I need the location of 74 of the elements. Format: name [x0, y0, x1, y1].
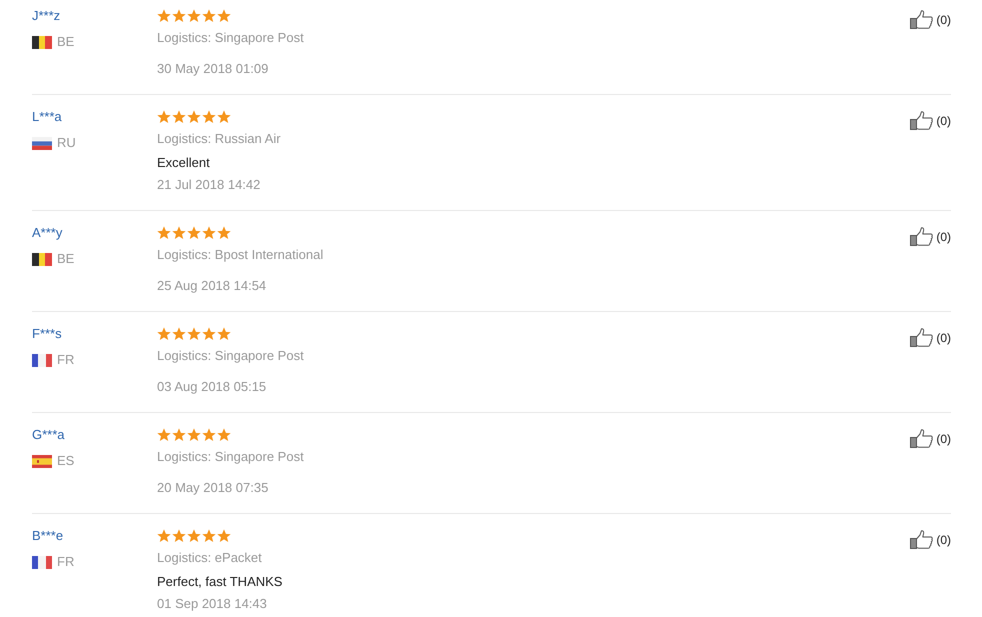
star-icon — [217, 327, 231, 341]
star-icon — [157, 529, 171, 543]
thumbs-up-icon — [910, 328, 934, 347]
star-icon — [157, 428, 171, 442]
flag-icon — [32, 36, 52, 48]
like-button[interactable]: (0) — [910, 227, 951, 246]
star-icon — [157, 110, 171, 124]
logistics-text: Logistics: Singapore Post — [157, 347, 304, 365]
star-icon — [187, 529, 201, 543]
star-icon — [157, 9, 171, 23]
star-icon — [157, 327, 171, 341]
thumbs-up-icon — [910, 530, 934, 549]
star-icon — [202, 428, 216, 442]
reviewer-name[interactable]: B***e — [32, 526, 64, 546]
flag-icon — [32, 454, 52, 468]
star-icon — [202, 9, 216, 23]
reviewer-name[interactable]: G***a — [32, 425, 65, 445]
country-code: BE — [57, 250, 74, 268]
like-button[interactable]: (0) — [910, 111, 951, 130]
country-code: FR — [57, 351, 74, 369]
star-icon — [172, 110, 186, 124]
star-icon — [217, 110, 231, 124]
star-icon — [172, 529, 186, 543]
star-icon — [202, 226, 216, 240]
star-icon — [172, 428, 186, 442]
reviewer-name[interactable]: L***a — [32, 107, 62, 127]
flag-icon — [32, 556, 52, 568]
review-date: 21 Jul 2018 14:42 — [157, 176, 260, 194]
star-icon — [172, 9, 186, 23]
star-icon — [187, 9, 201, 23]
thumbs-up-icon — [910, 111, 934, 130]
logistics-text: Logistics: Bpost International — [157, 246, 324, 264]
like-button[interactable]: (0) — [910, 10, 951, 29]
logistics-text: Logistics: ePacket — [157, 549, 262, 567]
review-date: 30 May 2018 01:09 — [157, 60, 268, 78]
country-code: BE — [57, 33, 74, 51]
country-code: RU — [57, 134, 76, 152]
flag-icon — [32, 354, 52, 366]
reviewer-name[interactable]: F***s — [32, 324, 62, 344]
star-icon — [157, 226, 171, 240]
thumbs-up-icon — [910, 10, 934, 29]
like-button[interactable]: (0) — [910, 530, 951, 549]
country-code: FR — [57, 553, 74, 571]
star-icon — [172, 226, 186, 240]
star-icon — [217, 9, 231, 23]
country-code: ES — [57, 452, 74, 470]
logistics-text: Logistics: Singapore Post — [157, 448, 304, 466]
star-icon — [172, 327, 186, 341]
star-icon — [217, 529, 231, 543]
star-icon — [202, 327, 216, 341]
logistics-text: Logistics: Singapore Post — [157, 29, 304, 47]
star-icon — [187, 226, 201, 240]
star-icon — [217, 428, 231, 442]
star-icon — [217, 226, 231, 240]
reviewer-name[interactable]: J***z — [32, 6, 60, 26]
review-comment: Excellent — [157, 154, 210, 172]
star-icon — [202, 529, 216, 543]
thumbs-up-icon — [910, 429, 934, 448]
review-date: 25 Aug 2018 14:54 — [157, 277, 266, 295]
review-comment: Perfect, fast THANKS — [157, 573, 282, 591]
star-icon — [202, 110, 216, 124]
star-icon — [187, 428, 201, 442]
logistics-text: Logistics: Russian Air — [157, 130, 281, 148]
like-button[interactable]: (0) — [910, 328, 951, 347]
flag-icon — [32, 136, 52, 150]
review-date: 20 May 2018 07:35 — [157, 479, 268, 497]
like-button[interactable]: (0) — [910, 429, 951, 448]
star-icon — [187, 110, 201, 124]
review-date: 03 Aug 2018 05:15 — [157, 378, 266, 396]
reviewer-name[interactable]: A***y — [32, 223, 62, 243]
star-icon — [187, 327, 201, 341]
review-date: 01 Sep 2018 14:43 — [157, 595, 267, 613]
flag-icon — [32, 252, 52, 266]
thumbs-up-icon — [910, 227, 934, 246]
